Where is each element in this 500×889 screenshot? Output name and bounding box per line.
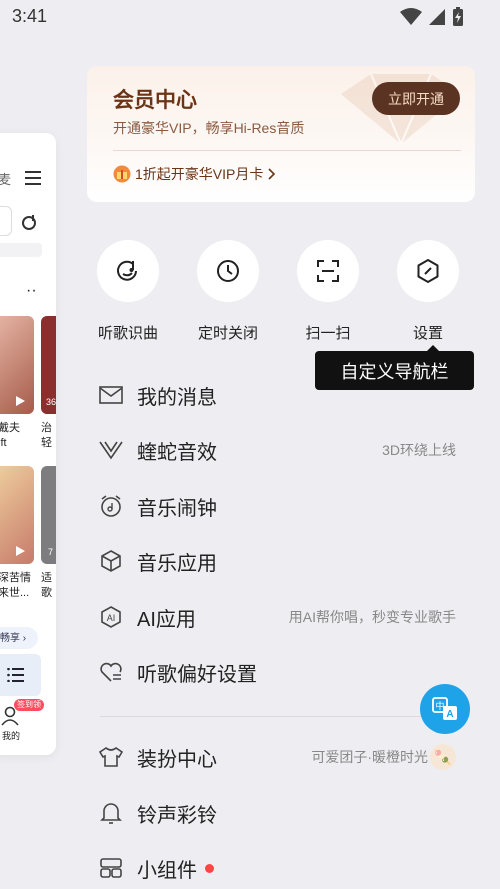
quick-action-label: 扫一扫 [305, 325, 351, 342]
quick-action-scan[interactable]: 扫一扫 [288, 240, 368, 343]
tab-label: 我的 [2, 731, 21, 741]
mini-player-list-button[interactable] [0, 654, 41, 696]
vip-divider [113, 150, 461, 151]
clock-icon [217, 260, 239, 282]
card2-title-line1: 治 [41, 422, 52, 434]
menu-item-ringtones[interactable]: 铃声彩铃 [98, 793, 468, 833]
peek-tab-underline [0, 243, 42, 257]
quick-action-circle [197, 240, 259, 302]
menu-label: AI应用 [137, 608, 196, 631]
status-time: 3:41 [12, 6, 48, 26]
peek-search-box[interactable] [0, 206, 12, 236]
quick-action-recognize-song[interactable]: 听歌识曲 [88, 240, 168, 343]
quick-action-label: 定时关闭 [197, 325, 258, 342]
quick-actions-row: 听歌识曲 定时关闭 扫一扫 设置 [87, 240, 475, 350]
scan-icon [317, 260, 339, 282]
cube-icon [98, 548, 124, 574]
menu-item-viper-sound[interactable]: 蝰蛇音效 3D环绕上线 [98, 430, 468, 470]
widget-icon [98, 855, 124, 881]
menu-label: 我的消息 [137, 386, 217, 409]
card1-title-line2: ift [0, 437, 7, 449]
new-badge-dot [205, 863, 214, 873]
theme-avatar: 🍡 [430, 744, 456, 770]
play-icon[interactable] [14, 545, 26, 557]
menu-hint: 3D环绕上线 [382, 442, 456, 458]
alarm-icon [98, 493, 124, 519]
bell-icon [98, 800, 124, 826]
menu-icon[interactable] [25, 171, 41, 185]
status-bar: 3:41 [0, 0, 500, 34]
viper-sound-icon [98, 437, 124, 463]
chevron-right-icon [268, 168, 276, 180]
menu-item-music-alarm[interactable]: 音乐闹钟 [98, 486, 468, 526]
menu-item-widgets[interactable]: 小组件 [98, 848, 468, 888]
menu-item-messages[interactable]: 我的消息 [98, 375, 468, 415]
playlist-icon [6, 668, 24, 682]
menu-label: 音乐闹钟 [137, 497, 217, 520]
ai-icon: AI [98, 604, 124, 630]
peek-chip-label: 畅享 › [0, 633, 27, 644]
quick-action-circle [397, 240, 459, 302]
translate-float-button[interactable]: 中A [420, 684, 470, 734]
open-vip-button[interactable]: 立即开通 [372, 82, 460, 115]
menu-label: 小组件 [137, 859, 197, 882]
heart-settings-icon [98, 659, 124, 685]
card3-title-line1: 深苦情 [0, 572, 31, 584]
menu-label: 音乐应用 [137, 552, 217, 575]
tshirt-icon [98, 744, 124, 770]
signal-icon [429, 9, 445, 25]
gift-icon [113, 165, 131, 183]
peek-header-fragment: 麦 [0, 172, 12, 187]
quick-action-settings[interactable]: 设置 [388, 240, 468, 343]
quick-action-sleep-timer[interactable]: 定时关闭 [188, 240, 268, 343]
menu-hint: 用AI帮你唱，秒变专业歌手 [288, 609, 456, 625]
menu-label: 听歌偏好设置 [137, 663, 257, 686]
card4-title-line2: 歌 [41, 587, 52, 599]
battery-icon [453, 7, 463, 26]
tab-badge: 签到领 [14, 699, 44, 711]
menu-item-music-apps[interactable]: 音乐应用 [98, 541, 468, 581]
menu-item-listening-preferences[interactable]: 听歌偏好设置 [98, 652, 468, 692]
card1-title-line1: 戴夫 [0, 422, 20, 434]
vip-offer-link[interactable]: 1折起开豪华VIP月卡 [113, 164, 277, 184]
vip-member-card[interactable]: 会员中心 开通豪华VIP，畅享Hi-Res音质 立即开通 1折起开豪华VIP月卡 [87, 66, 475, 202]
menu-label: 铃声彩铃 [137, 804, 217, 827]
background-page-preview[interactable]: 麦 ·· 36 戴夫 ift 治 轻 7 深苦情 来世... 适 歌 畅享 › … [0, 133, 56, 755]
play-count: 36 [46, 397, 56, 407]
quick-action-circle [97, 240, 159, 302]
menu-divider [100, 716, 470, 717]
card4-title-line1: 适 [41, 572, 52, 584]
wifi-icon [400, 8, 422, 25]
music-recognize-icon[interactable] [21, 213, 39, 231]
settings-hexagon-icon [417, 258, 439, 284]
vip-offer-text: 1折起开豪华VIP月卡 [135, 166, 264, 182]
menu-label: 蝰蛇音效 [137, 441, 217, 464]
translate-icon: 中A [432, 697, 457, 720]
peek-chip[interactable]: 畅享 › [0, 627, 38, 649]
quick-action-circle [297, 240, 359, 302]
svg-text:A: A [446, 709, 453, 720]
card3-title-line2: 来世... [0, 587, 30, 599]
card2-title-line2: 轻 [41, 437, 52, 449]
menu-hint: 可爱团子·暖橙时光 [311, 749, 428, 765]
vip-subtitle: 开通豪华VIP，畅享Hi-Res音质 [113, 120, 305, 136]
music-recognize-icon [117, 260, 137, 281]
play-count: 7 [48, 547, 54, 557]
quick-action-label: 设置 [412, 325, 443, 342]
status-icons [400, 7, 464, 27]
tab-mine[interactable]: 签到领 我的 [0, 699, 48, 743]
menu-item-theme-center[interactable]: 装扮中心 可爱团子·暖橙时光 🍡 [98, 737, 468, 777]
menu-label: 装扮中心 [137, 748, 217, 771]
quick-action-label: 听歌识曲 [97, 325, 158, 342]
menu-item-ai-apps[interactable]: AI AI应用 用AI帮你唱，秒变专业歌手 [98, 597, 468, 637]
mail-icon [98, 382, 124, 408]
svg-text:AI: AI [107, 613, 116, 623]
vip-title: 会员中心 [113, 89, 197, 112]
play-icon[interactable] [14, 395, 26, 407]
more-dots-icon[interactable]: ·· [26, 283, 37, 299]
